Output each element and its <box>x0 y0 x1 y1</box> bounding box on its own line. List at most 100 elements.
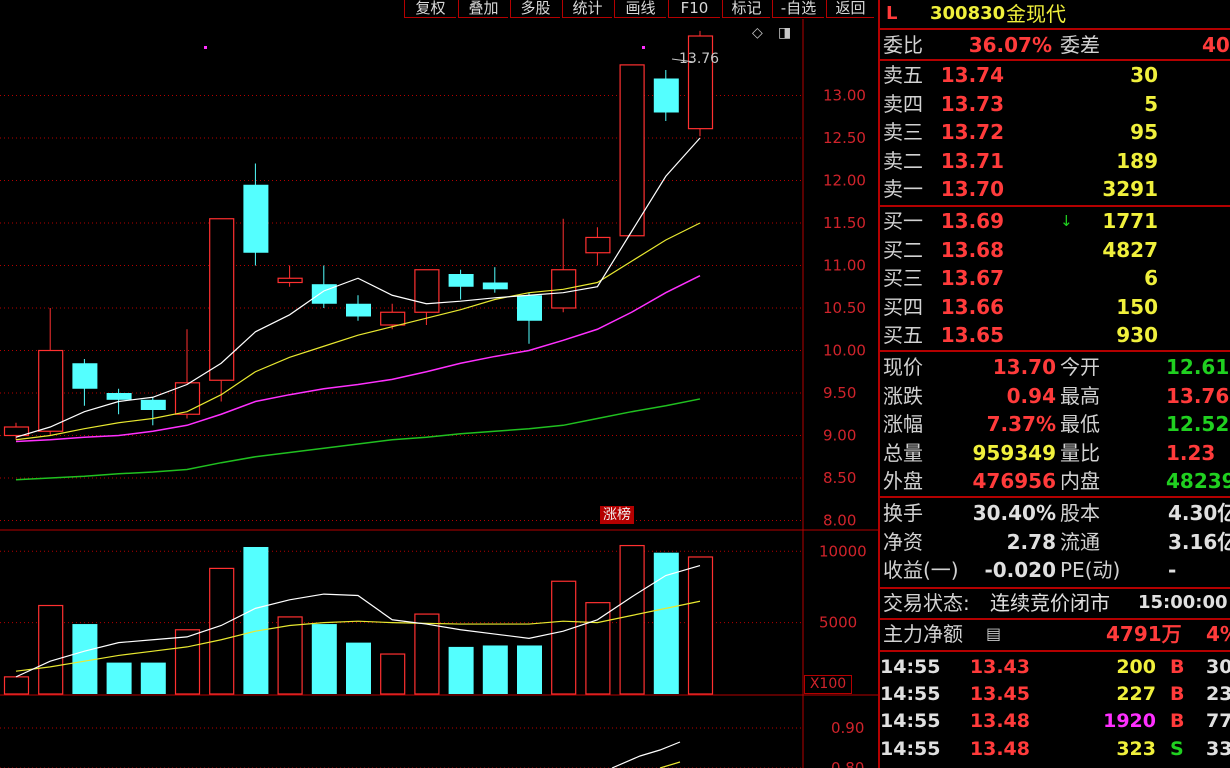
toolbar-button-6[interactable]: 标记 <box>722 0 770 18</box>
quote-value: 12.52 <box>1166 412 1230 437</box>
volume-bar <box>106 662 132 694</box>
bid-price: 13.67 <box>940 266 1004 291</box>
ask-volume: 30 <box>1130 63 1158 87</box>
quote-value: 482393 <box>1166 469 1230 494</box>
price-tick-label: 11.00 <box>823 257 866 275</box>
toolbar-button-8[interactable]: 返回 <box>826 0 874 18</box>
tick-row: 14:55 13.48 1920 B 77 <box>880 707 1230 735</box>
toolbar-button-7[interactable]: -自选 <box>772 0 824 18</box>
candle-body <box>72 363 98 389</box>
zhangbang-badge[interactable]: 涨榜 <box>600 506 634 524</box>
fund-label: 流通 <box>1060 529 1100 554</box>
ask-label: 卖五 <box>883 63 923 87</box>
tick-time: 14:55 <box>880 656 941 678</box>
volume-multiplier[interactable]: X100 <box>804 675 852 694</box>
volume-bar <box>243 546 269 694</box>
ask-volume: 5 <box>1144 91 1158 116</box>
toolbar-button-1[interactable]: 叠加 <box>458 0 508 18</box>
stock-code: 300830 <box>930 3 1006 24</box>
price-tick-label: 8.50 <box>823 469 856 487</box>
price-tick-label: 9.00 <box>823 427 856 445</box>
candle-body <box>687 35 714 130</box>
tick-side: B <box>1170 683 1185 706</box>
panel-toggle-icon[interactable]: ◨ <box>778 25 791 41</box>
indicator-line <box>611 741 681 768</box>
ask-price: 13.71 <box>940 148 1004 173</box>
bid-price: 13.69 <box>940 209 1004 233</box>
price-tick-label: 12.00 <box>823 172 866 190</box>
toolbar-button-4[interactable]: 画线 <box>614 0 666 18</box>
high-marker <box>204 46 207 49</box>
candle-body <box>380 311 406 326</box>
candle-body <box>585 236 611 254</box>
volume-bar <box>209 567 235 695</box>
volume-tick-label: 10000 <box>819 542 867 560</box>
quote-row: 涨跌 0.94 最高 13.76 <box>880 382 1230 410</box>
candle-body <box>517 295 542 321</box>
bid-price: 13.66 <box>940 294 1004 319</box>
toolbar-button-5[interactable]: F10 <box>668 0 720 18</box>
toolbar-button-3[interactable]: 统计 <box>562 0 612 18</box>
quote-value: 0.94 <box>1006 383 1056 408</box>
diamond-icon[interactable]: ◇ <box>752 25 763 41</box>
down-arrow-icon: ↓ <box>1060 212 1073 230</box>
tick-count: 77 <box>1206 710 1230 733</box>
quote-label: 今开 <box>1060 355 1100 379</box>
ask-price: 13.70 <box>940 177 1004 202</box>
volume-bar <box>346 642 371 694</box>
bid-volume: 4827 <box>1102 237 1158 262</box>
tick-count: 33 <box>1206 737 1230 760</box>
price-tick-label: 12.50 <box>823 129 866 147</box>
ask-label: 卖四 <box>883 91 923 116</box>
ask-row: 卖四 13.73 5 <box>880 90 1230 118</box>
quote-value: 1.23 <box>1166 440 1216 465</box>
toolbar-button-0[interactable]: 复权 <box>404 0 456 18</box>
candle-body <box>209 218 235 381</box>
volume-bar <box>619 544 645 695</box>
quote-value: 7.37% <box>986 412 1056 437</box>
ask-volume: 95 <box>1130 120 1158 145</box>
tick-volume: 227 <box>1116 683 1156 706</box>
bid-label: 买五 <box>883 323 923 348</box>
quote-label: 现价 <box>883 355 923 379</box>
ask-price: 13.74 <box>940 63 1004 87</box>
list-icon[interactable]: ▤ <box>986 620 1001 648</box>
tick-price: 13.48 <box>969 710 1030 733</box>
volume-bar <box>3 676 30 695</box>
volume-bar <box>585 602 611 695</box>
tick-time: 14:55 <box>880 737 941 760</box>
volume-bar <box>277 616 303 695</box>
candle-body <box>448 274 474 287</box>
volume-bar <box>687 556 714 695</box>
ask-label: 卖三 <box>883 120 923 145</box>
quote-row: 总量 959349 量比 1.23 <box>880 439 1230 467</box>
tick-price: 13.45 <box>969 683 1030 706</box>
quote-value: 959349 <box>972 440 1057 465</box>
ask-row: 卖三 13.72 95 <box>880 118 1230 146</box>
ask-row: 卖五 13.74 30 <box>880 61 1230 89</box>
bid-label: 买二 <box>883 237 923 262</box>
volume-tick-label: 5000 <box>819 614 857 632</box>
bid-volume: 150 <box>1116 294 1158 319</box>
toolbar-button-2[interactable]: 多股 <box>510 0 560 18</box>
quote-row: 涨幅 7.37% 最低 12.52 <box>880 410 1230 438</box>
quote-label: 量比 <box>1060 440 1100 465</box>
bid-price: 13.65 <box>940 323 1004 348</box>
quote-label: 最高 <box>1060 383 1100 408</box>
mainforce-row[interactable]: 主力净额 ▤ 4791万 4% <box>880 620 1230 648</box>
quote-label: 总量 <box>883 440 923 465</box>
kline-chart-area[interactable]: 13.00 12.50 12.00 11.50 11.00 10.50 10.00 9.50 9… <box>0 19 878 768</box>
quote-label: 涨幅 <box>883 412 923 437</box>
price-tick-label: 11.50 <box>823 214 866 232</box>
fund-value: 4.30亿 <box>1168 501 1230 525</box>
tick-row: 14:55 13.48 323 S 33 <box>880 735 1230 763</box>
fund-label: 换手 <box>883 501 923 525</box>
tick-count: 30 <box>1206 656 1230 678</box>
bid-label: 买一 <box>883 209 923 233</box>
indicator-tick-label: 0.90 <box>831 719 864 737</box>
quote-value: 13.70 <box>992 355 1056 379</box>
kline-chart[interactable]: 13.00 12.50 12.00 11.50 11.00 10.50 10.00 9.50 9… <box>0 19 878 768</box>
candle-body <box>346 303 371 317</box>
ask-row: 卖二 13.71 189 <box>880 147 1230 175</box>
ask-volume: 189 <box>1116 148 1158 173</box>
